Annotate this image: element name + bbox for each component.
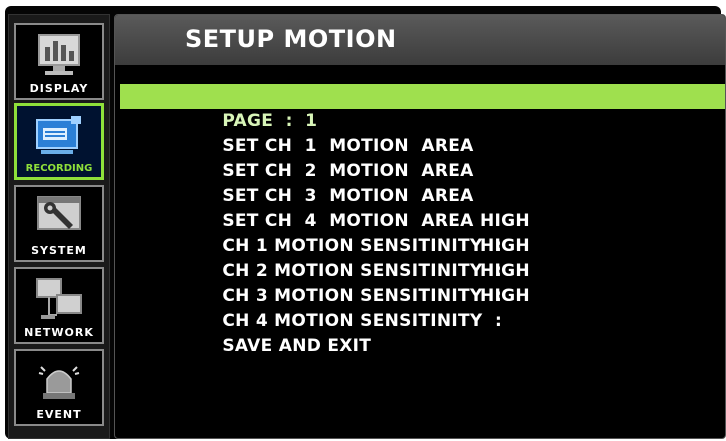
motion-menu: PAGE : 1 SET CH 1 MOTION AREA SET CH 2 M… xyxy=(115,84,725,356)
menu-item-set-ch2-area[interactable]: SET CH 2 MOTION AREA xyxy=(115,134,725,181)
menu-item-ch4-sensitivity[interactable]: CH 4 MOTION SENSITINITY : HIGH xyxy=(115,284,725,331)
sidebar-item-display[interactable]: DISPLAY xyxy=(14,23,104,100)
page-title: SETUP MOTION xyxy=(185,25,397,53)
display-icon xyxy=(38,34,80,75)
sidebar-item-label: SYSTEM xyxy=(31,244,87,257)
sidebar-item-label: RECORDING xyxy=(25,163,93,174)
menu-item-save-and-exit[interactable]: SAVE AND EXIT xyxy=(115,309,725,356)
setup-motion-panel: SETUP MOTION PAGE : 1 SET CH 1 MOTION AR… xyxy=(114,14,726,439)
menu-item-set-ch1-area[interactable]: SET CH 1 MOTION AREA xyxy=(115,109,725,156)
sidebar-item-label: EVENT xyxy=(36,408,82,421)
sidebar: DISPLAY RECORDING SYSTEM NETWORK EVENT xyxy=(8,14,110,439)
menu-item-set-ch3-area[interactable]: SET CH 3 MOTION AREA xyxy=(115,159,725,206)
sidebar-item-network[interactable]: NETWORK xyxy=(14,267,104,344)
sensitivity-value[interactable]: HIGH xyxy=(480,234,530,259)
sensitivity-value[interactable]: HIGH xyxy=(480,209,530,234)
menu-item-ch2-sensitivity[interactable]: CH 2 MOTION SENSITINITY : HIGH xyxy=(115,234,725,281)
network-icon xyxy=(36,278,82,319)
sensitivity-value[interactable]: HIGH xyxy=(480,284,530,309)
sidebar-item-label: DISPLAY xyxy=(29,82,89,95)
camera-icon xyxy=(36,116,81,154)
alarm-icon xyxy=(38,366,80,399)
sidebar-item-recording[interactable]: RECORDING xyxy=(14,103,104,180)
sidebar-item-system[interactable]: SYSTEM xyxy=(14,185,104,262)
sidebar-item-event[interactable]: EVENT xyxy=(14,349,104,426)
menu-item-page[interactable]: PAGE : 1 xyxy=(120,84,725,131)
menu-item-set-ch4-area[interactable]: SET CH 4 MOTION AREA xyxy=(115,184,725,231)
menu-item-ch3-sensitivity[interactable]: CH 3 MOTION SENSITINITY : HIGH xyxy=(115,259,725,306)
title-bar: SETUP MOTION xyxy=(115,15,725,65)
sidebar-item-label: NETWORK xyxy=(24,326,94,339)
menu-item-ch1-sensitivity[interactable]: CH 1 MOTION SENSITINITY : HIGH xyxy=(115,209,725,256)
wrench-icon xyxy=(37,196,81,230)
sensitivity-value[interactable]: HIGH xyxy=(480,259,530,284)
menu-item-label: SAVE AND EXIT xyxy=(222,336,372,356)
